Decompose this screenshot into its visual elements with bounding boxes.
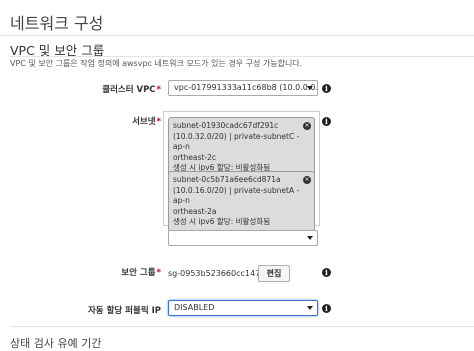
subnet-detail: ortheast-2c [173,152,217,162]
section-description: VPC 및 보안 그룹은 작업 정의에 awsvpc 네트워크 모드가 있는 경… [10,59,303,68]
info-icon[interactable]: i [322,117,331,126]
section-divider [10,326,474,327]
section-divider [0,35,474,36]
security-group-label-text: 보안 그룹 [121,268,156,278]
subnet-detail: (10.0.16.0/20) | private-subnetA - ap-n [173,185,300,206]
subnets-label-text: 서브넷 [132,117,156,127]
auto-assign-ip-value: DISABLED [174,303,215,312]
subnet-chip: subnet-01930cadc67df291c (10.0.32.0/20) … [168,117,315,178]
info-icon[interactable]: i [322,268,331,277]
chevron-down-icon [307,86,313,90]
subnet-multiselect[interactable]: subnet-01930cadc67df291c (10.0.32.0/20) … [163,111,320,232]
subnet-chip: subnet-0c5b71a6ee6cd871a (10.0.16.0/20) … [168,171,315,232]
required-mark: * [156,268,161,278]
section-title: 네트워크 구성 [10,14,104,33]
remove-icon[interactable]: × [303,176,311,184]
next-section-title: 상태 검사 유예 기간 [10,337,102,350]
subnet-add-select[interactable] [168,230,318,246]
security-group-value: sg-0953b523660cc1472 [168,269,266,278]
subnet-id: subnet-0c5b71a6ee6cd871a [173,175,281,184]
required-mark: * [156,85,161,95]
subnet-detail: (10.0.32.0/20) | private-subnetC - ap-n [173,131,300,152]
info-icon[interactable]: i [322,304,331,313]
subsection-divider [10,56,474,57]
remove-icon[interactable]: × [303,122,311,130]
info-icon[interactable]: i [322,84,331,93]
subnets-label: 서브넷* [132,115,161,127]
chevron-down-icon [307,306,313,310]
cluster-vpc-select[interactable]: vpc-017991333a11c68b8 (10.0.0.0... [168,80,318,96]
subnet-detail: ortheast-2a [173,206,217,216]
cluster-vpc-label-text: 클러스터 VPC [102,85,156,95]
subnet-id: subnet-01930cadc67df291c [173,121,279,130]
cluster-vpc-value: vpc-017991333a11c68b8 (10.0.0.0... [174,83,318,92]
chevron-down-icon [307,236,313,240]
cluster-vpc-label: 클러스터 VPC* [102,83,161,95]
auto-assign-ip-label: 자동 할당 퍼블릭 IP [87,306,161,316]
auto-assign-ip-select[interactable]: DISABLED [168,300,318,316]
security-group-label: 보안 그룹* [121,266,161,278]
required-mark: * [156,117,161,127]
edit-button[interactable]: 편집 [258,265,290,282]
subnet-ipv6: 생성 시 ipv6 할당: 비활성화됨 [173,217,271,226]
